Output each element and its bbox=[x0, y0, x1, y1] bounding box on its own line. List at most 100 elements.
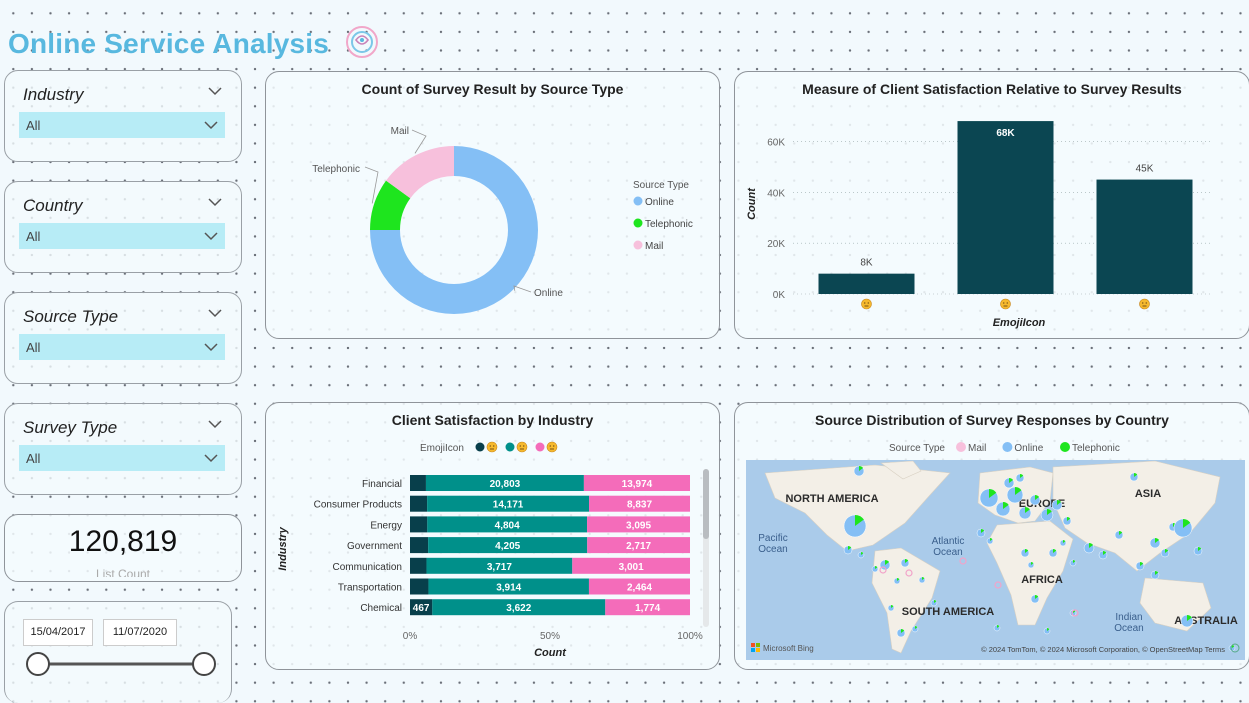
bar-segment[interactable] bbox=[410, 475, 426, 491]
data-label: 2,717 bbox=[626, 541, 651, 552]
chevron-down-icon[interactable] bbox=[207, 83, 223, 99]
country-pie-marker[interactable] bbox=[1006, 486, 1024, 504]
kpi-label: List Count bbox=[95, 567, 151, 577]
date-range-slider[interactable] bbox=[5, 646, 231, 686]
data-label: 3,622 bbox=[506, 603, 531, 614]
country-pie-marker[interactable] bbox=[1098, 550, 1108, 560]
map-region-label: Pacific bbox=[758, 533, 787, 544]
country-pie-marker[interactable] bbox=[853, 465, 865, 477]
country-pie-marker[interactable] bbox=[887, 604, 895, 612]
country-pie-marker[interactable] bbox=[930, 599, 938, 607]
data-label: 20,803 bbox=[490, 479, 521, 490]
category-label: Energy bbox=[370, 520, 402, 531]
y-tick-label: 40K bbox=[767, 188, 785, 199]
chevron-down-icon[interactable] bbox=[207, 305, 223, 321]
source-type-dropdown[interactable]: All bbox=[19, 334, 225, 360]
country-pie-marker[interactable] bbox=[1129, 472, 1139, 482]
country-pie-marker[interactable] bbox=[1180, 614, 1194, 628]
country-pie-marker[interactable] bbox=[1135, 561, 1145, 571]
bar[interactable] bbox=[957, 121, 1054, 294]
bar-segment[interactable] bbox=[410, 537, 429, 554]
bar[interactable] bbox=[818, 273, 915, 294]
country-pie-marker[interactable] bbox=[1062, 516, 1072, 526]
industry-slicer[interactable]: Industry All bbox=[4, 70, 242, 162]
country-pie-marker[interactable] bbox=[843, 545, 853, 555]
country-pie-marker[interactable] bbox=[900, 558, 910, 568]
source-type-slicer[interactable]: Source Type All bbox=[4, 292, 242, 384]
bar-segment[interactable] bbox=[410, 516, 428, 533]
microsoft-logo-icon bbox=[751, 643, 755, 647]
country-pie-marker[interactable] bbox=[1003, 477, 1015, 489]
survey-type-slicer[interactable]: Survey Type All bbox=[4, 403, 242, 495]
country-pie-marker[interactable] bbox=[1027, 561, 1035, 569]
bar-segment[interactable] bbox=[410, 578, 429, 595]
country-pie-marker[interactable] bbox=[1029, 494, 1041, 506]
emoji-icon bbox=[1139, 298, 1150, 310]
survey-type-dropdown[interactable]: All bbox=[19, 445, 225, 471]
country-pie-marker[interactable] bbox=[1114, 530, 1124, 540]
country-pie-marker[interactable] bbox=[843, 514, 867, 538]
country-pie-marker[interactable] bbox=[993, 624, 1001, 632]
chevron-down-icon[interactable] bbox=[207, 194, 223, 210]
bar-segment[interactable] bbox=[410, 495, 428, 512]
country-pie-marker[interactable] bbox=[976, 528, 986, 538]
donut-chart[interactable]: Online Telephonic Mail Source Type Online Tel… bbox=[266, 72, 719, 338]
end-handle[interactable] bbox=[192, 652, 216, 676]
chevron-down-icon[interactable] bbox=[207, 416, 223, 432]
start-date-input[interactable]: 15/04/2017 bbox=[23, 619, 93, 646]
category-label: Financial bbox=[362, 479, 402, 490]
country-pie-marker[interactable] bbox=[1040, 508, 1054, 522]
country-pie-marker[interactable] bbox=[1051, 499, 1063, 511]
legend-marker bbox=[535, 442, 545, 452]
industry-stacked-bar-chart[interactable]: EmojiIcon0% 50% 100%Financial 20,803 13,974C… bbox=[266, 403, 719, 669]
country-pie-marker[interactable] bbox=[911, 625, 919, 633]
bar-segment[interactable] bbox=[410, 557, 427, 574]
date-range-slicer[interactable]: 15/04/2017 11/07/2020 bbox=[4, 601, 232, 703]
country-pie-marker[interactable] bbox=[1048, 548, 1058, 558]
country-pie-marker[interactable] bbox=[986, 537, 994, 545]
industry-dropdown[interactable]: All bbox=[19, 112, 225, 138]
country-pie-marker[interactable] bbox=[896, 628, 906, 638]
country-pie-marker[interactable] bbox=[979, 488, 999, 508]
country-pie-marker[interactable] bbox=[1149, 537, 1161, 549]
country-pie-marker[interactable] bbox=[1015, 473, 1025, 483]
bar[interactable] bbox=[1096, 179, 1193, 294]
country-pie-marker[interactable] bbox=[1030, 594, 1040, 604]
y-axis-label: Industry bbox=[277, 526, 289, 570]
country-pie-marker[interactable] bbox=[1160, 548, 1170, 558]
satisfaction-bar-chart[interactable]: 0K 20K 40K 60K 8K 68K 45K EmojiIcon Count bbox=[735, 72, 1249, 338]
scrollbar-thumb[interactable] bbox=[703, 469, 709, 539]
end-date-input[interactable]: 11/07/2020 bbox=[103, 619, 177, 646]
country-pie-marker[interactable] bbox=[995, 501, 1011, 517]
start-handle[interactable] bbox=[26, 652, 50, 676]
emoji-icon bbox=[516, 441, 528, 453]
country-pie-marker[interactable] bbox=[1018, 506, 1032, 520]
country-dropdown[interactable]: All bbox=[19, 223, 225, 249]
country-pie-marker[interactable] bbox=[1020, 548, 1030, 558]
map-region-label: ASIA bbox=[1135, 488, 1161, 500]
legend-marker bbox=[475, 442, 485, 452]
country-pie-marker[interactable] bbox=[1150, 570, 1160, 580]
country-pie-marker[interactable] bbox=[1069, 559, 1077, 567]
category-label: Consumer Products bbox=[314, 500, 402, 511]
country-pie-marker[interactable] bbox=[1193, 546, 1203, 556]
slicer-label: Survey Type bbox=[23, 418, 118, 437]
country-slicer[interactable]: Country All bbox=[4, 181, 242, 273]
slice-label: Online bbox=[534, 288, 563, 299]
map-attribution: © 2024 TomTom, © 2024 Microsoft Corporat… bbox=[981, 645, 1225, 654]
country-pie-marker[interactable] bbox=[1083, 542, 1095, 554]
country-pie-marker[interactable] bbox=[1173, 518, 1193, 538]
country-pie-marker[interactable] bbox=[857, 551, 865, 559]
kpi-card: 120,819 List Count bbox=[4, 514, 242, 582]
country-pie-marker[interactable] bbox=[1059, 539, 1067, 547]
data-label: 8K bbox=[860, 258, 873, 269]
country-pie-marker[interactable] bbox=[871, 565, 879, 573]
map-region-label: Ocean bbox=[758, 544, 787, 555]
country-pie-marker[interactable] bbox=[1043, 627, 1051, 635]
country-pie-marker[interactable] bbox=[893, 577, 901, 585]
chevron-down-icon bbox=[204, 454, 218, 463]
country-map[interactable]: Source Type Mail Online Telephonic NORTH AME… bbox=[735, 403, 1249, 669]
bing-attribution: Microsoft Bing bbox=[763, 644, 814, 653]
country-pie-marker[interactable] bbox=[918, 576, 926, 584]
legend-marker bbox=[1060, 442, 1070, 452]
